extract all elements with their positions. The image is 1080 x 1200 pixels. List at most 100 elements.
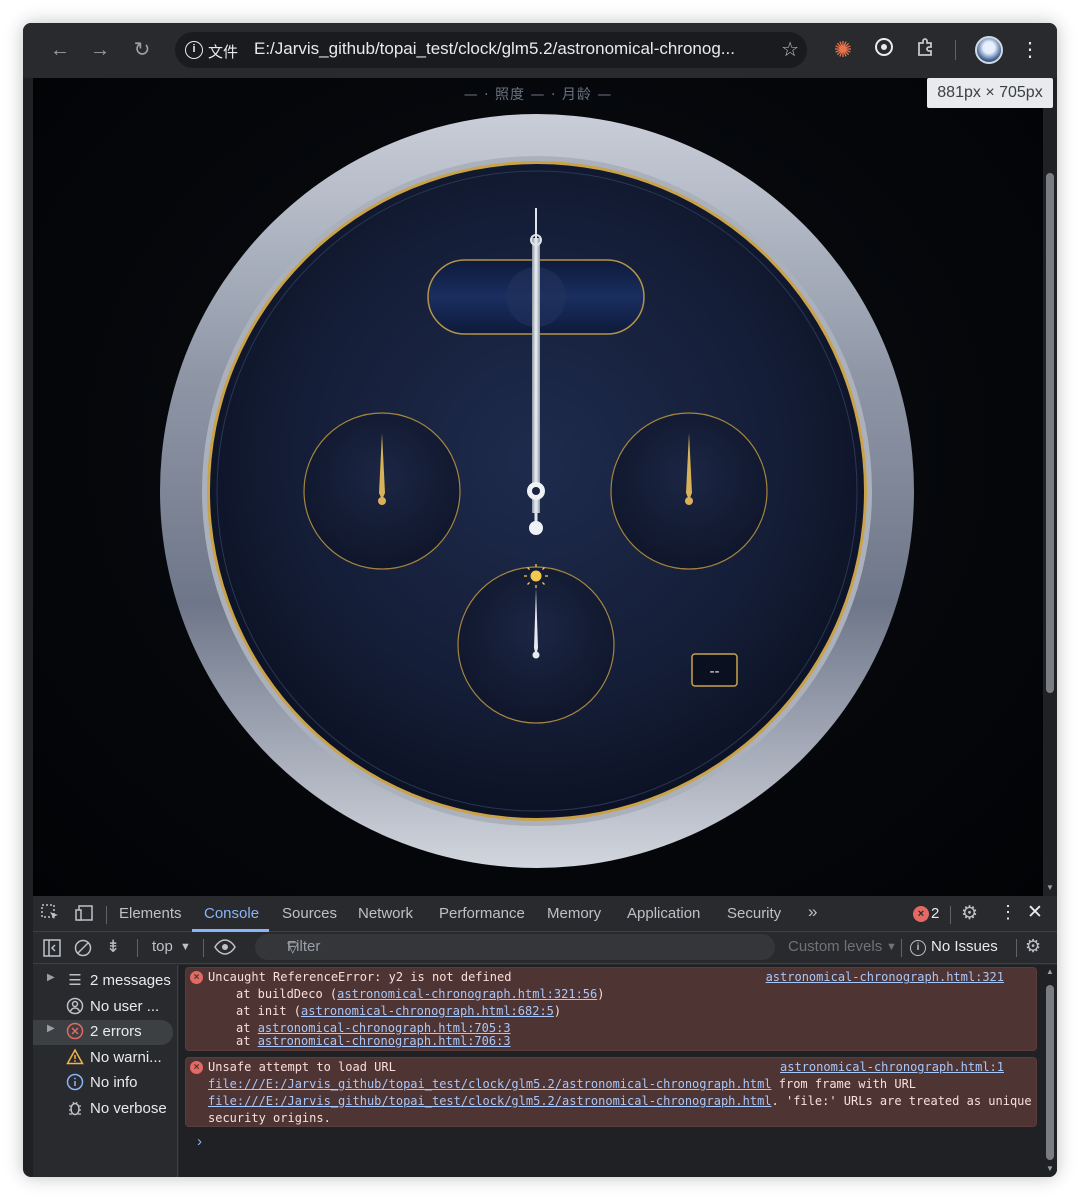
sidebar-item-user-messages[interactable]: No user ... [33,995,178,1020]
error-text-fragment: from frame with URL [771,1077,917,1091]
log-levels-dropdown-icon[interactable]: ▼ [886,941,897,953]
page-scrollbar[interactable]: ▼ [1043,78,1057,896]
error-source-link[interactable]: astronomical-chronograph.html:1 [780,1060,1004,1074]
filter-placeholder: Filter [287,938,321,955]
error-source-link[interactable]: astronomical-chronograph.html:321 [766,970,1004,984]
sidebar-toggle-icon[interactable] [43,939,61,961]
extensions-puzzle-icon[interactable] [912,36,940,64]
live-expression-eye-icon[interactable] [214,938,236,960]
stack-frame-suffix: ) [553,1004,562,1018]
console-scrollbar[interactable]: ▲ ▼ [1043,965,1057,1177]
extension-sunburst-icon[interactable]: ✺ [829,36,857,64]
error-text-line: file:///E:/Jarvis_github/topai_test/cloc… [208,1094,1032,1108]
error-icon [65,1022,85,1044]
sidebar-item-info[interactable]: No info [33,1071,178,1096]
context-dropdown-icon[interactable]: ▼ [180,941,191,953]
page-scrollbar-thumb[interactable] [1046,173,1054,693]
filter-collapse-icon[interactable]: ⇟ [106,937,120,957]
viewport-dimension-badge: 881px × 705px [927,78,1053,108]
clear-console-icon[interactable] [74,939,92,961]
sidebar-item-label: No warni... [90,1049,162,1066]
stack-frame: at init (astronomical-chronograph.html:6… [236,1004,561,1018]
issues-count[interactable]: No Issues [931,938,998,955]
tab-elements[interactable]: Elements [119,905,182,922]
stack-frame-link[interactable]: astronomical-chronograph.html:321:56 [337,987,597,1001]
seconds-tail-disc [529,521,543,535]
error-count-badge[interactable]: 2 [931,905,939,922]
devtools-menu-icon[interactable]: ⋮ [999,902,1017,923]
sidebar-item-errors[interactable]: ▶ 2 errors [33,1020,173,1045]
extension-openai-icon[interactable] [870,36,898,64]
frame-url-link[interactable]: file:///E:/Jarvis_github/topai_test/cloc… [208,1094,772,1108]
tab-memory[interactable]: Memory [547,905,601,922]
sidebar-item-label: No user ... [90,998,160,1015]
left-subdial-pivot [378,497,386,505]
issues-info-icon[interactable]: i [910,940,926,956]
more-tabs-chevron-icon[interactable]: » [808,902,817,922]
stack-frame-link[interactable]: astronomical-chronograph.html:706:3 [258,1034,511,1048]
warning-icon [65,1048,85,1070]
tab-application[interactable]: Application [627,905,700,922]
tab-sources[interactable]: Sources [282,905,337,922]
info-icon[interactable]: i [185,41,203,59]
console-settings-gear-icon[interactable]: ⚙ [1025,936,1041,957]
address-url[interactable]: E:/Jarvis_github/topai_test/clock/glm5.2… [254,39,769,59]
scroll-up-icon[interactable]: ▲ [1046,967,1054,976]
sidebar-item-warnings[interactable]: No warni... [33,1046,178,1071]
reload-icon[interactable]: ↻ [127,35,157,65]
forward-icon[interactable]: → [85,35,115,65]
tab-performance[interactable]: Performance [439,905,525,922]
browser-menu-icon[interactable]: ⋮ [1016,36,1044,64]
scroll-down-icon[interactable]: ▼ [1046,883,1054,892]
device-toolbar-icon[interactable] [75,904,95,926]
context-selector[interactable]: top [152,938,173,955]
stack-frame-link[interactable]: astronomical-chronograph.html:682:5 [301,1004,554,1018]
devtools-panel: Elements Console Sources Network Perform… [33,896,1057,1177]
stack-frame: at buildDeco (astronomical-chronograph.h… [236,987,604,1001]
tab-network[interactable]: Network [358,905,413,922]
profile-avatar[interactable] [975,36,1003,64]
filter-input[interactable]: ▽ Filter [255,934,775,960]
error-text-line: security origins. [208,1111,331,1125]
error-text: Uncaught ReferenceError: y2 is not defin… [208,970,512,984]
page-viewport: — · 照度 — · 月龄 — -- [33,78,1043,896]
console-error-message[interactable]: × Uncaught ReferenceError: y2 is not def… [185,967,1037,1051]
back-icon[interactable]: ← [45,35,75,65]
address-scheme-label: 文件 [208,44,239,61]
bottom-subdial-pivot [532,651,540,659]
close-devtools-icon[interactable]: ✕ [1027,901,1043,924]
console-error-message[interactable]: × Unsafe attempt to load URL astronomica… [185,1057,1037,1127]
tab-console[interactable]: Console [204,905,259,922]
expand-arrow-icon[interactable]: ▶ [47,972,55,983]
sidebar-item-verbose[interactable]: No verbose [33,1097,178,1122]
settings-gear-icon[interactable]: ⚙ [961,902,978,925]
console-prompt-icon[interactable]: › [197,1133,202,1150]
stack-frame: at astronomical-chronograph.html:705:3 [236,1021,511,1035]
console-scrollbar-thumb[interactable] [1046,985,1054,1160]
scroll-down-icon[interactable]: ▼ [1046,1164,1054,1173]
console-output: × Uncaught ReferenceError: y2 is not def… [179,965,1043,1177]
stack-frame-link[interactable]: astronomical-chronograph.html:705:3 [258,1021,511,1035]
error-count-icon[interactable]: × [913,906,929,922]
bookmark-star-icon[interactable]: ☆ [781,37,799,62]
browser-toolbar: ← → ↻ i 文件 E:/Jarvis_github/topai_test/c… [23,23,1057,78]
error-text-line: file:///E:/Jarvis_github/topai_test/cloc… [208,1077,916,1091]
tabbar-divider [106,906,107,924]
sidebar-item-messages[interactable]: ▶ ☰ 2 messages [33,969,178,994]
sidebar-item-label: No verbose [90,1100,167,1117]
console-toolbar: ⇟ top ▼ ▽ Filter Custom levels ▼ i No Is… [33,932,1057,964]
toolbar-divider [137,939,138,957]
expand-arrow-icon[interactable]: ▶ [47,1023,55,1034]
toolbar-divider [203,939,204,957]
log-levels-dropdown[interactable]: Custom levels [788,938,882,955]
address-bar[interactable]: i 文件 E:/Jarvis_github/topai_test/clock/g… [175,32,807,68]
user-icon [65,997,85,1019]
bug-icon [65,1099,85,1121]
sidebar-item-label: No info [90,1074,138,1091]
frame-url-link[interactable]: file:///E:/Jarvis_github/topai_test/cloc… [208,1077,772,1091]
tab-security[interactable]: Security [727,905,781,922]
tabbar-divider [950,906,951,924]
inspect-element-icon[interactable] [41,904,61,926]
stack-frame-prefix: at buildDeco ( [236,987,338,1001]
stack-frame-prefix: at [236,1034,258,1048]
